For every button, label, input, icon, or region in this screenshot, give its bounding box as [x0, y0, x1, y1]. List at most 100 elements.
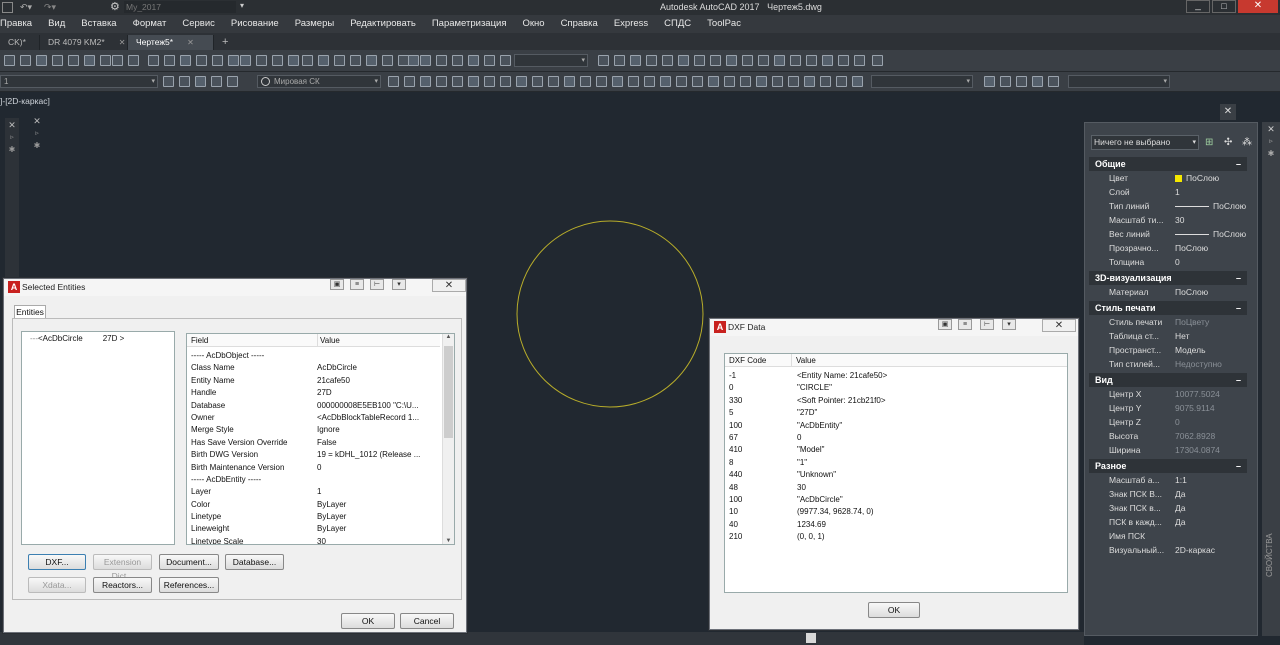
property-row[interactable]: Визуальный... 2D-каркас: [1089, 543, 1247, 557]
scroll-thumb[interactable]: [806, 633, 816, 643]
field-row[interactable]: Merge Style Ignore: [187, 424, 440, 436]
toolbar-button-icon[interactable]: [756, 76, 767, 87]
dxf-row[interactable]: 100 "AcDbCircle": [725, 494, 1067, 506]
field-row[interactable]: Birth Maintenance Version 0: [187, 462, 440, 474]
section-header[interactable]: Стиль печати –: [1089, 301, 1247, 315]
property-row[interactable]: Знак ПСК в... Да: [1089, 501, 1247, 515]
toolbar-button-icon[interactable]: [68, 55, 79, 66]
toolbar-button-icon[interactable]: [52, 55, 63, 66]
gear-icon[interactable]: ✱: [1262, 148, 1280, 160]
pin-icon[interactable]: ⊢: [980, 319, 994, 330]
menu-item-5[interactable]: Рисование: [223, 15, 287, 33]
property-row[interactable]: Ширина 17304.0874: [1089, 443, 1247, 457]
toolbar-button-icon[interactable]: [596, 76, 607, 87]
toolbar-button-icon[interactable]: [452, 76, 463, 87]
new-tab-button[interactable]: +: [214, 35, 236, 50]
toolbar-button-icon[interactable]: [548, 76, 559, 87]
toolbar-button-icon[interactable]: [484, 55, 495, 66]
menu-item-10[interactable]: Справка: [553, 15, 606, 33]
toolbar-button-icon[interactable]: [852, 76, 863, 87]
quick-access-icon[interactable]: [2, 2, 13, 13]
menu-icon[interactable]: ▾: [1002, 319, 1016, 330]
toolbar-button-icon[interactable]: [366, 55, 377, 66]
toolbar-button-icon[interactable]: [820, 76, 831, 87]
gear-icon[interactable]: ✱: [30, 140, 44, 152]
chevron-down-icon[interactable]: ▼: [443, 538, 454, 544]
toolbar-button-icon[interactable]: [854, 55, 865, 66]
menu-item-6[interactable]: Размеры: [287, 15, 342, 33]
tree-item-acdbcircle[interactable]: ---<AcDbCircle 27D >: [30, 334, 124, 343]
toolbar-button-icon[interactable]: [436, 55, 447, 66]
section-header[interactable]: 3D-визуализация –: [1089, 271, 1247, 285]
toolbar-button-icon[interactable]: [1000, 76, 1011, 87]
dock-icon[interactable]: ▣: [330, 279, 344, 290]
arrow-icon[interactable]: ▹: [30, 128, 44, 140]
toolbar-button-icon[interactable]: [468, 76, 479, 87]
redo-icon[interactable]: ↷▾: [44, 2, 56, 13]
collapse-icon[interactable]: –: [1236, 157, 1241, 171]
property-row[interactable]: Имя ПСК: [1089, 529, 1247, 543]
dxf-row[interactable]: 0 "CIRCLE": [725, 382, 1067, 394]
database-button[interactable]: Database...: [225, 554, 284, 570]
dxf-button[interactable]: DXF...: [28, 554, 86, 570]
collapse-icon[interactable]: –: [1236, 459, 1241, 473]
toolbar-button-icon[interactable]: [179, 76, 190, 87]
field-row[interactable]: Has Save Version Override False: [187, 437, 440, 449]
property-row[interactable]: Высота 7062.8928: [1089, 429, 1247, 443]
property-row[interactable]: Пространст... Модель: [1089, 343, 1247, 357]
reactors-button[interactable]: Reactors...: [93, 577, 152, 593]
toolbar-button-icon[interactable]: [790, 55, 801, 66]
toolbar-button-icon[interactable]: [628, 76, 639, 87]
toolbar-button-icon[interactable]: [788, 76, 799, 87]
arrow-icon[interactable]: ▹: [5, 132, 19, 144]
chevron-up-icon[interactable]: ▲: [443, 334, 454, 340]
toolbar-button-icon[interactable]: [1048, 76, 1059, 87]
toolbar-button-icon[interactable]: [288, 55, 299, 66]
dxf-row[interactable]: 100 "AcDbEntity": [725, 420, 1067, 432]
property-row[interactable]: ПСК в кажд... Да: [1089, 515, 1247, 529]
undo-icon[interactable]: ↶▾: [20, 2, 32, 13]
collapse-icon[interactable]: –: [1236, 301, 1241, 315]
toolbar-button-icon[interactable]: [694, 55, 705, 66]
dxf-row[interactable]: 48 30: [725, 482, 1067, 494]
close-icon[interactable]: ✕: [432, 279, 466, 292]
toolbar-button-icon[interactable]: [302, 55, 313, 66]
menu-item-2[interactable]: Вставка: [73, 15, 124, 33]
field-row[interactable]: Layer 1: [187, 486, 440, 498]
column-field[interactable]: Field: [191, 334, 208, 347]
field-row[interactable]: Linetype Scale 30: [187, 536, 440, 544]
arrow-icon[interactable]: ▹: [1262, 136, 1280, 148]
toolbar-button-icon[interactable]: [836, 76, 847, 87]
property-row[interactable]: Слой 1: [1089, 185, 1247, 199]
toolbar-button-icon[interactable]: [452, 55, 463, 66]
dxf-row[interactable]: 440 "Unknown": [725, 469, 1067, 481]
circle-shape[interactable]: [516, 220, 704, 408]
toolbar-button-icon[interactable]: [1016, 76, 1027, 87]
section-header[interactable]: Общие –: [1089, 157, 1247, 171]
menu-item-1[interactable]: Вид: [40, 15, 73, 33]
toolbar-button-icon[interactable]: [630, 55, 641, 66]
column-value[interactable]: Value: [791, 354, 816, 367]
toolbar-button-icon[interactable]: [256, 55, 267, 66]
toolbar-button-icon[interactable]: [112, 55, 123, 66]
toolbar-button-icon[interactable]: [484, 76, 495, 87]
toolbar-button-icon[interactable]: [532, 76, 543, 87]
dxf-row[interactable]: -1 <Entity Name: 21cafe50>: [725, 370, 1067, 382]
menu-item-11[interactable]: Express: [606, 15, 656, 33]
toolbar-button-icon[interactable]: [678, 55, 689, 66]
close-tab-icon[interactable]: ✕: [187, 35, 194, 50]
property-row[interactable]: Вес линий ПоСлою: [1089, 227, 1247, 241]
viewport-label[interactable]: ]-[2D-каркас]: [0, 96, 50, 106]
toolbar-button-icon[interactable]: [196, 55, 207, 66]
text-style-combo[interactable]: ▾: [514, 54, 588, 67]
dxf-row[interactable]: 410 "Model": [725, 444, 1067, 456]
toolbar-button-icon[interactable]: [164, 55, 175, 66]
toolbar-button-icon[interactable]: [212, 55, 223, 66]
named-view-combo[interactable]: ▾: [1068, 75, 1170, 88]
xdata-button[interactable]: Xdata...: [28, 577, 86, 593]
toolbar-button-icon[interactable]: [195, 76, 206, 87]
toolbar-button-icon[interactable]: [468, 55, 479, 66]
collapse-icon[interactable]: –: [1236, 271, 1241, 285]
circle-entity[interactable]: [510, 218, 710, 418]
document-button[interactable]: Document...: [159, 554, 219, 570]
